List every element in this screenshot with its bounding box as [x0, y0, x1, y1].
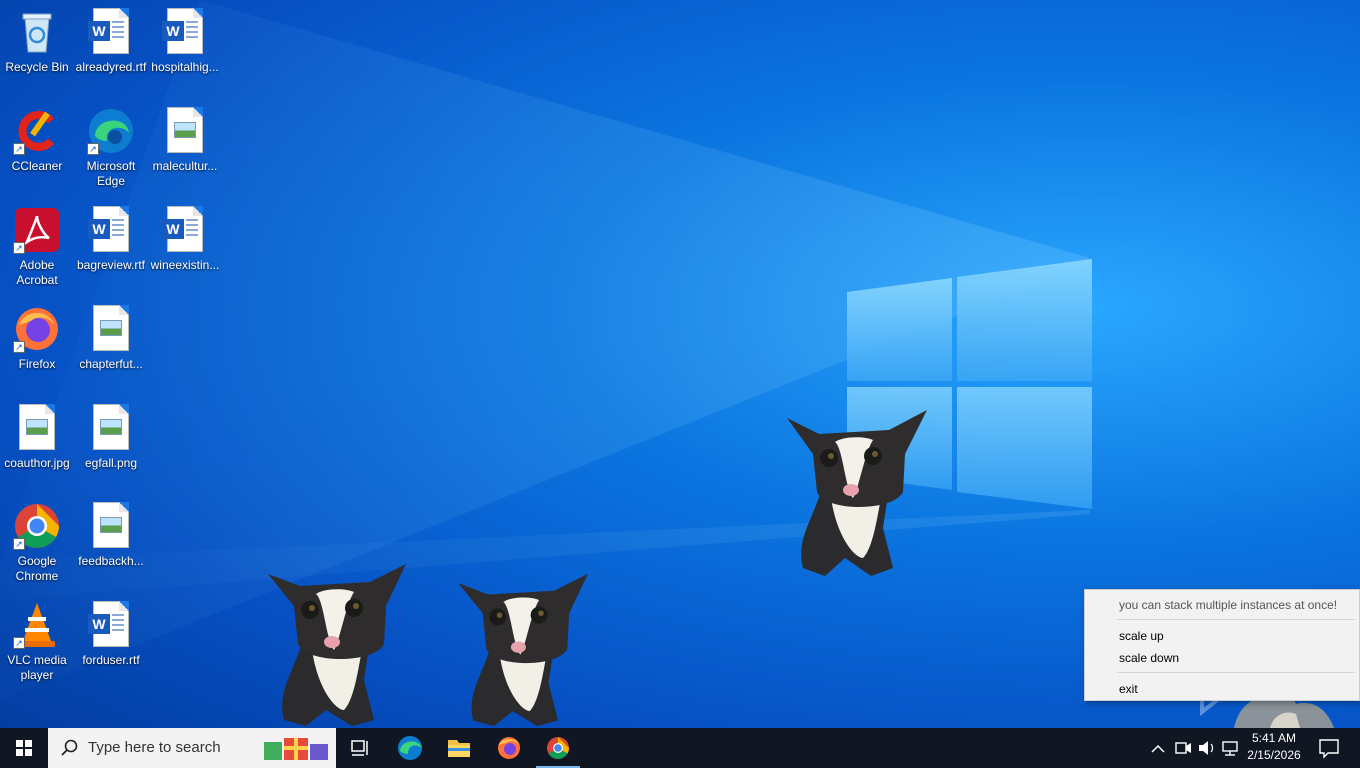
ccleaner-icon: ↗ — [13, 107, 61, 155]
cat-pet-sprite[interactable] — [785, 408, 931, 580]
desktop-icon-adobe-acrobat[interactable]: ↗ Adobe Acrobat — [0, 206, 74, 288]
shortcut-arrow-icon: ↗ — [13, 637, 25, 649]
desktop-icon-forduser[interactable]: W forduser.rtf — [74, 601, 148, 668]
word-document-icon: W — [161, 8, 209, 56]
shortcut-arrow-icon: ↗ — [87, 143, 99, 155]
windows-start-icon — [16, 740, 32, 756]
taskbar: Type here to search 5:41 AM 2/15/2026 — [0, 728, 1360, 768]
word-document-icon: W — [87, 8, 135, 56]
cat-pet-sprite[interactable] — [266, 560, 412, 728]
desktop-icon-microsoft-edge[interactable]: ↗ Microsoft Edge — [74, 107, 148, 189]
desktop-icon-label: Microsoft Edge — [86, 159, 136, 188]
desktop-icon-label: Firefox — [18, 357, 56, 371]
file-explorer-icon — [448, 740, 470, 757]
cat-pet-sprite[interactable] — [455, 570, 595, 728]
desktop-icon-label: malecultur... — [152, 159, 218, 173]
desktop-icon-label: coauthor.jpg — [4, 456, 70, 470]
image-file-icon — [87, 305, 135, 353]
desktop-icon-chapterfut[interactable]: chapterfut... — [74, 305, 148, 372]
recycle-bin-icon — [13, 8, 61, 56]
clock-time: 5:41 AM — [1251, 731, 1297, 745]
taskbar-edge-button[interactable] — [386, 728, 434, 768]
desktop-icon-coauthor[interactable]: coauthor.jpg — [0, 404, 74, 471]
taskbar-chrome-button[interactable] — [534, 728, 582, 768]
desktop-icon-label: alreadyred.rtf — [75, 60, 147, 74]
word-document-icon: W — [87, 206, 135, 254]
search-icon — [61, 739, 78, 756]
menu-item-scale-up[interactable]: scale up — [1119, 629, 1164, 643]
desktop-icon-label: feedbackh... — [78, 554, 144, 568]
camera-icon — [1175, 742, 1191, 754]
desktop-icon-label: egfall.png — [84, 456, 138, 470]
desktop-icon-bagreview[interactable]: W bagreview.rtf — [74, 206, 148, 273]
menu-hint-text: you can stack multiple instances at once… — [1119, 598, 1338, 612]
taskbar-firefox-button[interactable] — [485, 728, 533, 768]
tray-meet-now-button[interactable] — [1172, 728, 1194, 768]
image-file-icon — [161, 107, 209, 155]
start-button[interactable] — [0, 728, 48, 768]
taskbar-clock[interactable]: 5:41 AM 2/15/2026 — [1236, 730, 1312, 764]
taskbar-file-explorer-button[interactable] — [435, 728, 483, 768]
shortcut-arrow-icon: ↗ — [13, 242, 25, 254]
image-file-icon — [13, 404, 61, 452]
desktop-icon-label: VLC media player — [7, 653, 67, 682]
desktop-icon-alreadyred[interactable]: W alreadyred.rtf — [74, 8, 148, 75]
shortcut-arrow-icon: ↗ — [13, 143, 25, 155]
desktop-icon-google-chrome[interactable]: ↗ Google Chrome — [0, 502, 74, 584]
desktop-icon-label: CCleaner — [11, 159, 63, 173]
menu-item-exit[interactable]: exit — [1119, 682, 1138, 696]
pet-context-menu: you can stack multiple instances at once… — [1084, 589, 1360, 701]
desktop-icon-label: Recycle Bin — [5, 60, 69, 74]
speaker-icon — [1199, 741, 1214, 755]
edge-icon — [398, 736, 422, 760]
desktop-icon-wineexistin[interactable]: W wineexistin... — [148, 206, 222, 273]
word-document-icon: W — [161, 206, 209, 254]
vlc-cone-icon: ↗ — [13, 601, 61, 649]
desktop-icon-vlc[interactable]: ↗ VLC media player — [0, 601, 74, 683]
desktop-icon-label: bagreview.rtf — [76, 258, 146, 272]
desktop-icon-label: Adobe Acrobat — [16, 258, 58, 287]
acrobat-icon: ↗ — [13, 206, 61, 254]
image-file-icon — [87, 502, 135, 550]
search-highlights-gifts-icon[interactable] — [262, 734, 332, 762]
firefox-icon — [498, 737, 520, 759]
desktop-icon-label: wineexistin... — [150, 258, 220, 272]
shortcut-arrow-icon: ↗ — [13, 341, 25, 353]
firefox-icon: ↗ — [13, 305, 61, 353]
menu-separator — [1117, 672, 1355, 673]
chrome-icon — [547, 737, 569, 759]
tray-volume-button[interactable] — [1196, 728, 1218, 768]
desktop-icon-ccleaner[interactable]: ↗ CCleaner — [0, 107, 74, 174]
edge-icon: ↗ — [87, 107, 135, 155]
chevron-up-icon — [1151, 744, 1165, 753]
desktop-icon-feedbackh[interactable]: feedbackh... — [74, 502, 148, 569]
notification-icon — [1319, 739, 1339, 759]
show-hidden-icons-button[interactable] — [1146, 728, 1170, 768]
shortcut-arrow-icon: ↗ — [13, 538, 25, 550]
desktop-icon-label: chapterfut... — [79, 357, 143, 371]
desktop-icon-label: hospitalhig... — [151, 60, 219, 74]
search-placeholder: Type here to search — [88, 739, 221, 756]
action-center-button[interactable] — [1314, 728, 1344, 768]
desktop-icon-label: forduser.rtf — [82, 653, 140, 667]
desktop-icon-egfall[interactable]: egfall.png — [74, 404, 148, 471]
clock-date: 2/15/2026 — [1247, 748, 1301, 762]
task-view-icon — [351, 740, 368, 756]
chrome-icon: ↗ — [13, 502, 61, 550]
taskbar-search-box[interactable]: Type here to search — [48, 728, 336, 768]
image-file-icon — [87, 404, 135, 452]
menu-item-scale-down[interactable]: scale down — [1119, 651, 1179, 665]
desktop-icon-malecultur[interactable]: malecultur... — [148, 107, 222, 174]
desktop-icon-label: Google Chrome — [15, 554, 59, 583]
task-view-button[interactable] — [336, 728, 384, 768]
menu-separator — [1117, 619, 1355, 620]
desktop-icon-recycle-bin[interactable]: Recycle Bin — [0, 8, 74, 75]
desktop-icon-firefox[interactable]: ↗ Firefox — [0, 305, 74, 372]
word-document-icon: W — [87, 601, 135, 649]
desktop-icon-hospitalhig[interactable]: W hospitalhig... — [148, 8, 222, 75]
